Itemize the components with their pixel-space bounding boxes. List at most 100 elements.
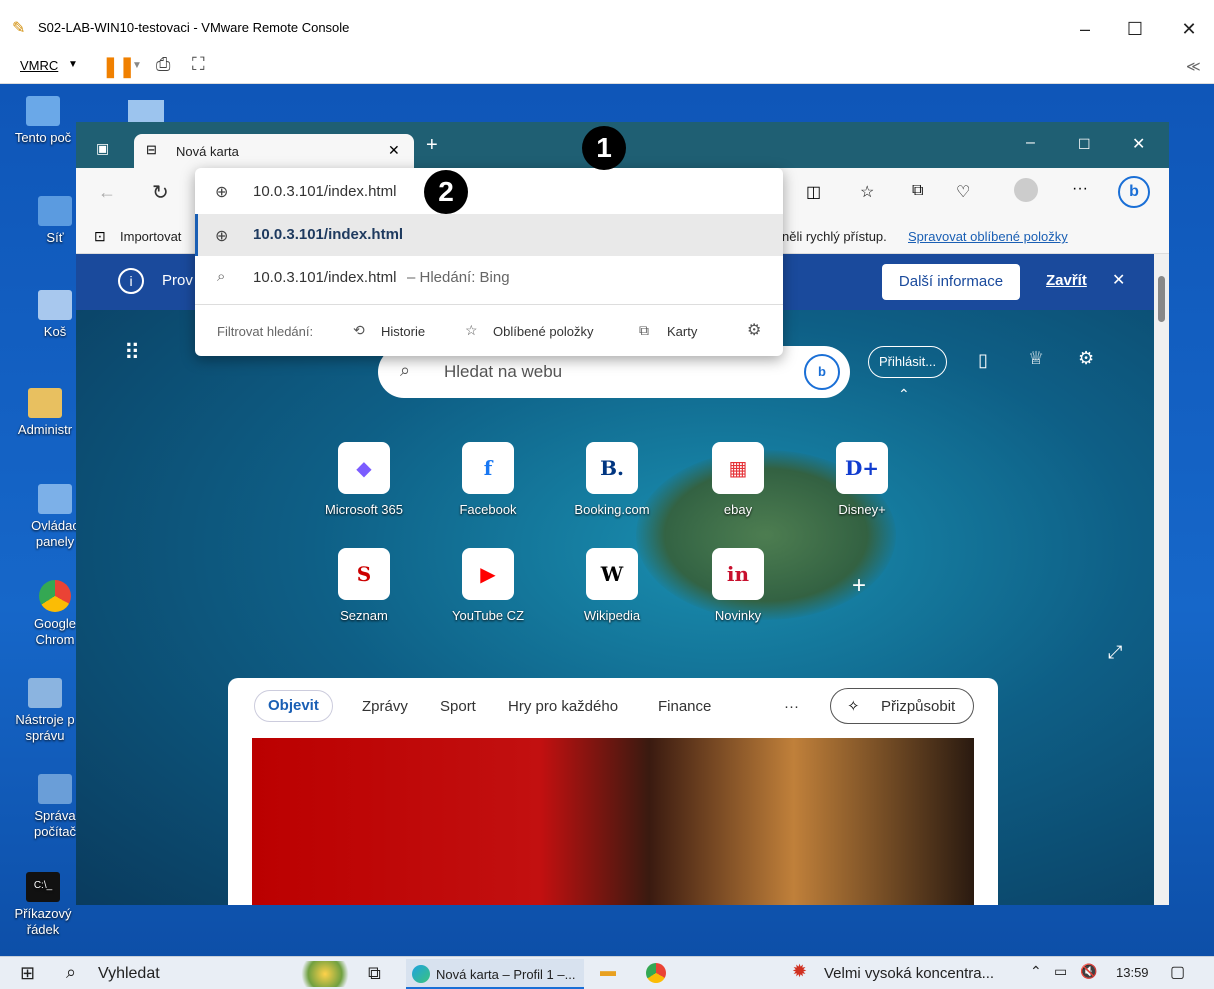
- taskbar: ⊞ ⌕ Vyhledat ⧉ Nová karta – Profil 1 –..…: [0, 956, 1214, 989]
- widgets-icon[interactable]: [294, 961, 356, 987]
- quicklink-seznam[interactable]: S Seznam: [338, 548, 424, 623]
- computer-management-icon: [38, 774, 72, 804]
- maximize-button[interactable]: ☐: [1078, 136, 1091, 153]
- quicklink-wikipedia[interactable]: W Wikipedia: [584, 548, 672, 623]
- signin-button[interactable]: Přihlásit...: [868, 346, 948, 378]
- desktop-icon-label: Tento poč: [14, 130, 72, 145]
- news-feed-panel: Objevit Zprávy Sport Hry pro každého Fin…: [228, 678, 998, 905]
- settings-gear-icon[interactable]: ⚙: [1078, 348, 1094, 369]
- chevron-up-icon[interactable]: ⌃: [898, 386, 910, 403]
- pause-icon[interactable]: ❚❚: [102, 54, 136, 79]
- new-tab-button[interactable]: +: [426, 134, 438, 157]
- desktop-icon-administrator[interactable]: Administr: [8, 388, 82, 438]
- address-bar-dropdown: ⊕ 10.0.3.101/index.html ⊕ 10.0.3.101/ind…: [195, 168, 783, 356]
- send-keys-icon[interactable]: ⎙: [156, 54, 170, 75]
- quicklink-facebook[interactable]: f Facebook: [459, 442, 548, 517]
- quicklink-disney-plus[interactable]: D+ Disney+: [836, 442, 922, 517]
- clock[interactable]: 13:59: [1116, 965, 1149, 980]
- desktop-icon-label: Příkazový řádek: [14, 906, 72, 937]
- vmrc-titlebar: ✎ S02-LAB-WIN10-testovaci - VMware Remot…: [0, 0, 1214, 48]
- info-banner-text: Prov: [162, 272, 193, 289]
- network-icon[interactable]: ▭: [1054, 963, 1067, 980]
- minimize-button[interactable]: –: [1060, 14, 1110, 44]
- suggestion-url[interactable]: ⊕ 10.0.3.101/index.html: [195, 214, 783, 256]
- address-input[interactable]: 10.0.3.101/index.html: [253, 183, 396, 200]
- desktop-icon-this-pc[interactable]: Tento poč: [6, 96, 80, 146]
- favorites-import[interactable]: Importovat: [120, 229, 181, 244]
- taskbar-search[interactable]: Vyhledat: [98, 965, 160, 983]
- quicklink-ebay[interactable]: ▦ ebay: [712, 442, 798, 517]
- windows-start-icon[interactable]: ⊞: [20, 963, 35, 984]
- manage-favorites-link[interactable]: Spravovat oblíbené položky: [908, 229, 1068, 244]
- feed-hero-image[interactable]: [252, 738, 974, 905]
- quicklink-microsoft-365[interactable]: ◆ Microsoft 365: [325, 442, 424, 517]
- address-bar[interactable]: ⊕ 10.0.3.101/index.html: [195, 168, 783, 214]
- split-screen-icon[interactable]: ◫: [806, 182, 821, 202]
- refresh-icon[interactable]: ↻: [152, 180, 169, 205]
- filter-history[interactable]: Historie: [381, 324, 425, 339]
- more-menu-icon[interactable]: ···: [1072, 180, 1088, 198]
- quicklink-booking[interactable]: B. Booking.com: [574, 442, 672, 517]
- feed-tab-news[interactable]: Zprávy: [362, 698, 408, 715]
- apps-grid-icon[interactable]: ⠿: [124, 340, 140, 366]
- feed-more-button[interactable]: ···: [784, 698, 799, 715]
- volume-muted-icon[interactable]: 🔇: [1080, 963, 1097, 980]
- settings-gear-icon[interactable]: ⚙: [747, 320, 761, 340]
- file-explorer-icon[interactable]: ▬: [600, 963, 616, 981]
- close-icon[interactable]: ✕: [1112, 270, 1125, 290]
- newtab-icon: ⊟: [146, 142, 157, 157]
- collapse-toolbar-button[interactable]: ≪: [1186, 58, 1201, 75]
- taskbar-edge-window[interactable]: Nová karta – Profil 1 –...: [406, 959, 584, 989]
- favorites-icon[interactable]: ☆: [860, 182, 874, 202]
- maximize-button[interactable]: ☐: [1110, 14, 1160, 44]
- fullscreen-icon[interactable]: ⛶: [192, 54, 205, 75]
- quicklink-youtube[interactable]: ▶ YouTube CZ: [452, 548, 548, 623]
- learn-more-button[interactable]: Další informace: [882, 264, 1020, 300]
- minimize-button[interactable]: –: [1026, 134, 1035, 152]
- bing-chat-icon[interactable]: b: [804, 354, 840, 390]
- chevron-down-icon[interactable]: ▼: [68, 59, 78, 70]
- chevron-up-icon[interactable]: ⌃: [1030, 963, 1042, 980]
- close-button[interactable]: ✕: [1132, 134, 1145, 154]
- tab-actions-icon[interactable]: ▣: [96, 140, 109, 157]
- feed-tab-sport[interactable]: Sport: [440, 698, 476, 715]
- novinky-icon: in: [712, 548, 764, 600]
- search-placeholder: Hledat na webu: [444, 362, 563, 381]
- feed-tab-games[interactable]: Hry pro každého: [508, 698, 618, 715]
- quicklink-novinky[interactable]: in Novinky: [712, 548, 798, 623]
- filter-tabs[interactable]: Karty: [667, 324, 697, 339]
- dismiss-link[interactable]: Zavřít: [1046, 272, 1087, 289]
- chrome-icon[interactable]: [646, 963, 666, 983]
- desktop-icon-command-prompt[interactable]: C:\_ Příkazový řádek: [6, 872, 80, 938]
- expand-icon[interactable]: ⤢: [1108, 642, 1122, 663]
- feed-tab-discover[interactable]: Objevit: [254, 690, 333, 722]
- filter-favorites[interactable]: Oblíbené položky: [493, 324, 593, 339]
- suggestion-search[interactable]: ⌕ 10.0.3.101/index.html – Hledání: Bing: [195, 256, 783, 298]
- close-tab-icon[interactable]: ✕: [388, 142, 400, 159]
- rewards-icon[interactable]: ♕: [1028, 348, 1044, 369]
- scrollbar-thumb[interactable]: [1158, 276, 1165, 322]
- copilot-icon[interactable]: b: [1118, 176, 1150, 208]
- phone-icon[interactable]: ▯: [978, 350, 988, 371]
- weather-icon[interactable]: ✹: [792, 961, 807, 982]
- vmrc-window-title: S02-LAB-WIN10-testovaci - VMware Remote …: [38, 20, 350, 35]
- quicklink-label: YouTube CZ: [451, 608, 525, 623]
- chevron-down-icon[interactable]: ▼: [132, 60, 142, 71]
- tab-new-tab[interactable]: ⊟ Nová karta ✕: [134, 134, 414, 168]
- notification-text[interactable]: Velmi vysoká koncentra...: [824, 965, 994, 982]
- browser-essentials-icon[interactable]: ♡: [956, 182, 970, 202]
- profile-avatar[interactable]: [1014, 178, 1038, 202]
- quicklink-label: Seznam: [340, 608, 388, 623]
- collections-icon[interactable]: ⧉: [912, 182, 923, 200]
- recycle-shortcut-icon[interactable]: [128, 100, 164, 122]
- page-scrollbar[interactable]: [1154, 254, 1169, 905]
- vmrc-menu[interactable]: VMRC: [20, 58, 58, 73]
- close-button[interactable]: ✕: [1164, 14, 1214, 44]
- desktop-icon-admin-tools[interactable]: Nástroje p správu: [8, 678, 82, 744]
- notifications-icon[interactable]: ▢: [1170, 962, 1185, 982]
- add-shortcut-button[interactable]: +: [852, 572, 866, 600]
- feed-tab-finance[interactable]: Finance: [658, 698, 711, 715]
- task-view-icon[interactable]: ⧉: [368, 963, 381, 984]
- customize-button[interactable]: ✧ Přizpůsobit: [830, 688, 974, 724]
- back-icon[interactable]: ←: [98, 182, 116, 203]
